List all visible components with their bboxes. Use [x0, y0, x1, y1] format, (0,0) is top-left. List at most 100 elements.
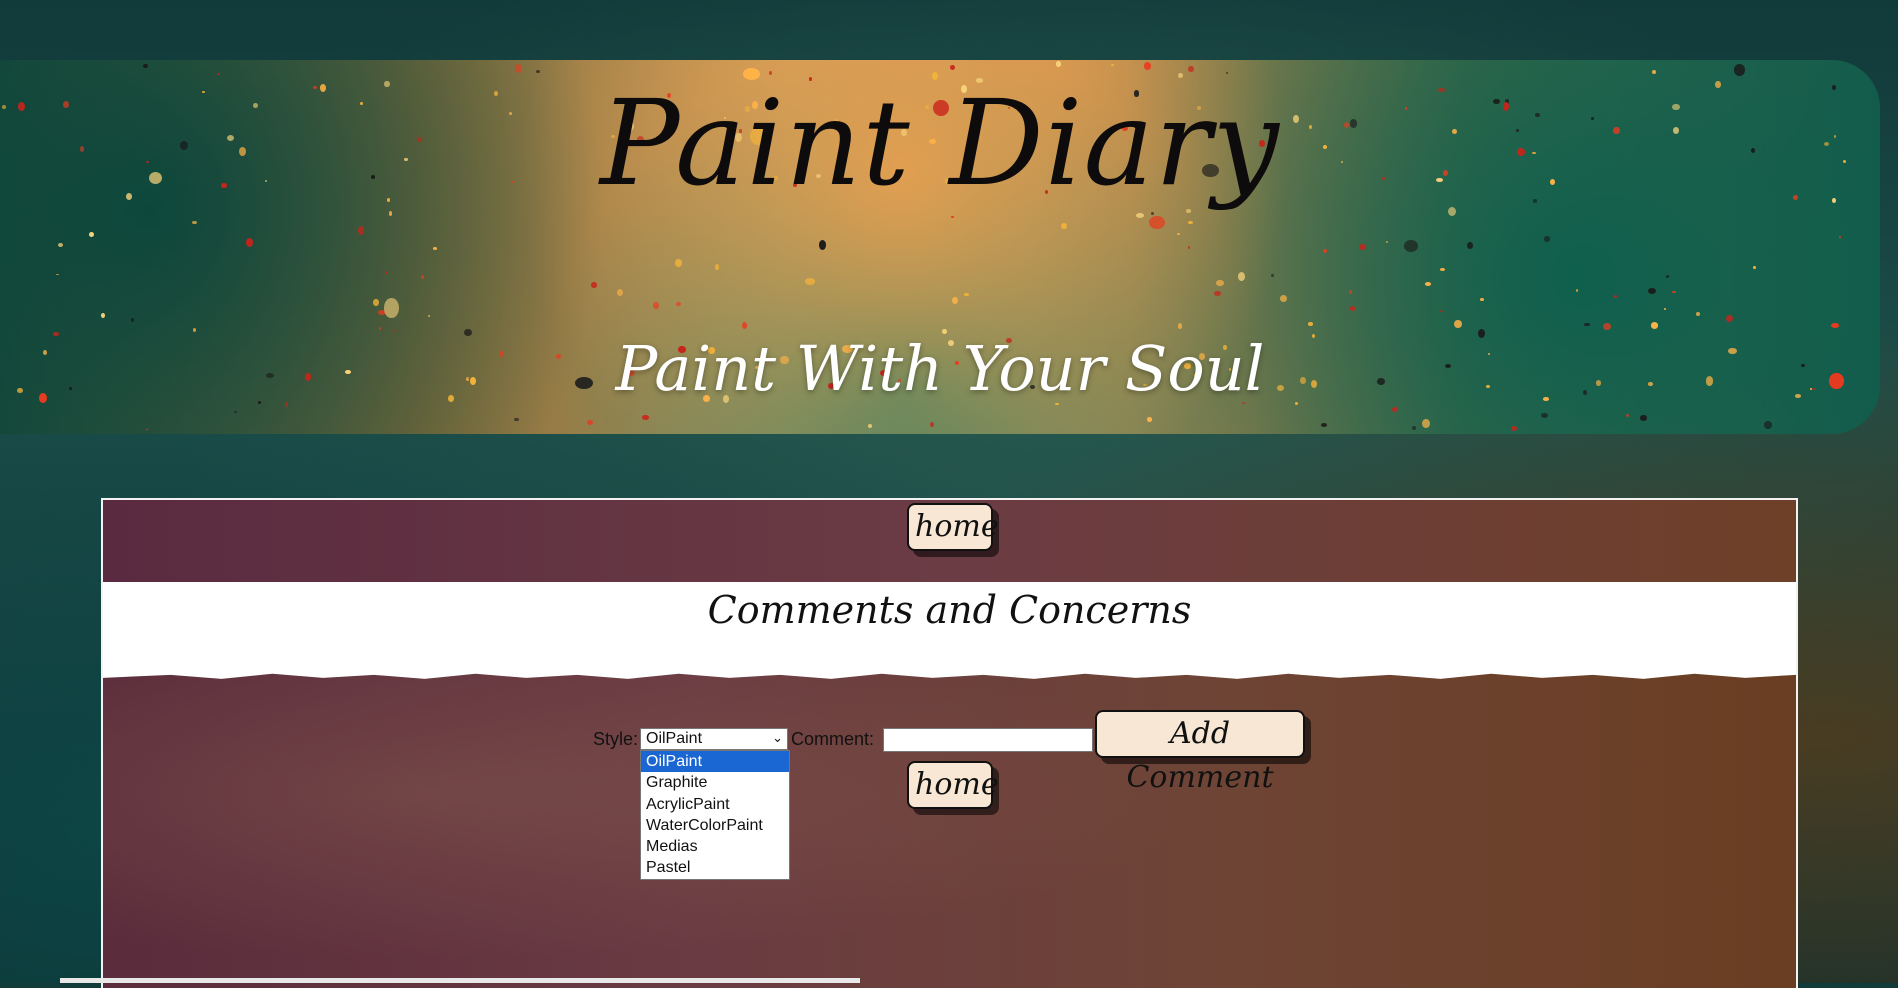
comment-label: Comment: [791, 729, 875, 749]
site-title: Paint Diary [600, 74, 1280, 212]
paint-dot [143, 63, 148, 68]
paint-dot [1838, 236, 1841, 238]
paint-dot [57, 242, 63, 248]
paint-dot [591, 282, 597, 288]
paint-dot [89, 232, 94, 238]
paint-dot [1136, 213, 1145, 219]
chevron-down-icon: ⌄ [772, 730, 783, 745]
paint-dot [653, 302, 659, 309]
paint-dot [130, 318, 134, 323]
header-banner: Paint Diary Paint With Your Soul [0, 60, 1880, 434]
paint-dot [1147, 417, 1153, 422]
paint-dot [1149, 216, 1165, 230]
paint-dot [1187, 246, 1191, 249]
paint-dot [1672, 290, 1676, 293]
home-button-bottom[interactable]: home [907, 761, 999, 809]
paint-dot [432, 246, 438, 250]
paint-dot [675, 302, 681, 307]
paint-dot [1603, 322, 1611, 331]
paint-dot [1177, 322, 1183, 329]
paint-dot [1055, 61, 1062, 67]
paint-dot [805, 278, 816, 285]
paint-dot [1280, 295, 1287, 303]
paint-dot [1422, 419, 1430, 429]
paint-dot [951, 215, 954, 219]
paint-dot [949, 64, 955, 70]
style-option[interactable]: Pastel [641, 857, 789, 878]
paint-dot [587, 420, 594, 426]
paint-dot [1216, 279, 1224, 286]
paint-dot [1412, 425, 1416, 430]
paint-dot [1650, 322, 1659, 329]
comment-input[interactable] [883, 728, 1093, 752]
paint-dot [1576, 289, 1579, 292]
paint-dot [515, 63, 523, 73]
paint-dot [514, 417, 519, 422]
paint-dot [1320, 422, 1327, 427]
paint-dot [1404, 239, 1418, 252]
paint-dot [819, 240, 827, 251]
paint-dot [389, 211, 393, 216]
paint-dot [1664, 307, 1667, 311]
paint-dot [964, 292, 970, 297]
bottom-scrollbar[interactable] [60, 978, 860, 983]
paint-dot [1213, 290, 1221, 297]
site-tagline: Paint With Your Soul [615, 332, 1265, 405]
paint-dot [1176, 233, 1180, 236]
style-option[interactable]: WaterColorPaint [641, 815, 789, 836]
paint-dot [384, 297, 399, 319]
paint-dot [617, 289, 624, 297]
paint-dot [357, 225, 365, 235]
paint-dot [1666, 274, 1669, 278]
paint-dot [1480, 297, 1484, 302]
paint-dot [930, 421, 935, 427]
paint-dot [1540, 412, 1549, 419]
paint-dot [373, 298, 379, 307]
paint-dot [1144, 62, 1151, 70]
paint-dot [1453, 319, 1462, 329]
paint-dot [56, 273, 59, 276]
paint-dot [1188, 221, 1193, 225]
paint-dot [385, 271, 389, 274]
paint-dot [100, 313, 105, 318]
paint-dot [427, 314, 430, 318]
paint-dot [1188, 66, 1194, 72]
paint-dot [867, 424, 872, 429]
style-option[interactable]: OilPaint [641, 751, 789, 773]
style-option[interactable]: Graphite [641, 772, 789, 793]
paint-dot [741, 322, 747, 329]
paint-dot [1385, 241, 1388, 243]
paint-dot [714, 264, 720, 271]
paint-dot [1111, 64, 1114, 67]
paint-dot [1358, 243, 1367, 251]
paint-dot [1831, 323, 1839, 329]
paint-dot [1764, 420, 1772, 429]
paint-dot [145, 428, 149, 431]
paint-dot [1696, 311, 1701, 316]
paint-dot [379, 327, 382, 330]
paint-dot [1639, 415, 1648, 421]
paint-dot [952, 296, 959, 305]
style-select[interactable]: OilPaint ⌄ [640, 728, 788, 750]
paint-dot [1648, 287, 1657, 295]
paint-dot [245, 237, 253, 247]
paint-dot [1308, 322, 1313, 327]
paint-dot [1544, 235, 1551, 243]
add-comment-button[interactable]: Add Comment [1095, 710, 1305, 795]
paint-dot [1151, 212, 1154, 215]
paint-dot [1613, 294, 1618, 299]
paint-dot [642, 415, 650, 420]
style-select-value: OilPaint [646, 730, 703, 747]
paint-dot [1467, 242, 1474, 249]
home-button-top[interactable]: home [907, 503, 999, 551]
paint-dot [1271, 274, 1274, 278]
paint-dot [1626, 413, 1629, 418]
paint-dot [674, 258, 682, 268]
style-option[interactable]: Medias [641, 836, 789, 857]
torn-paper-header: Comments and Concerns [103, 582, 1796, 679]
paint-dot [192, 220, 197, 225]
paint-dot [1323, 248, 1328, 253]
style-option[interactable]: AcrylicPaint [641, 794, 789, 815]
paint-dot [1237, 271, 1245, 281]
page-heading: Comments and Concerns [707, 588, 1192, 632]
